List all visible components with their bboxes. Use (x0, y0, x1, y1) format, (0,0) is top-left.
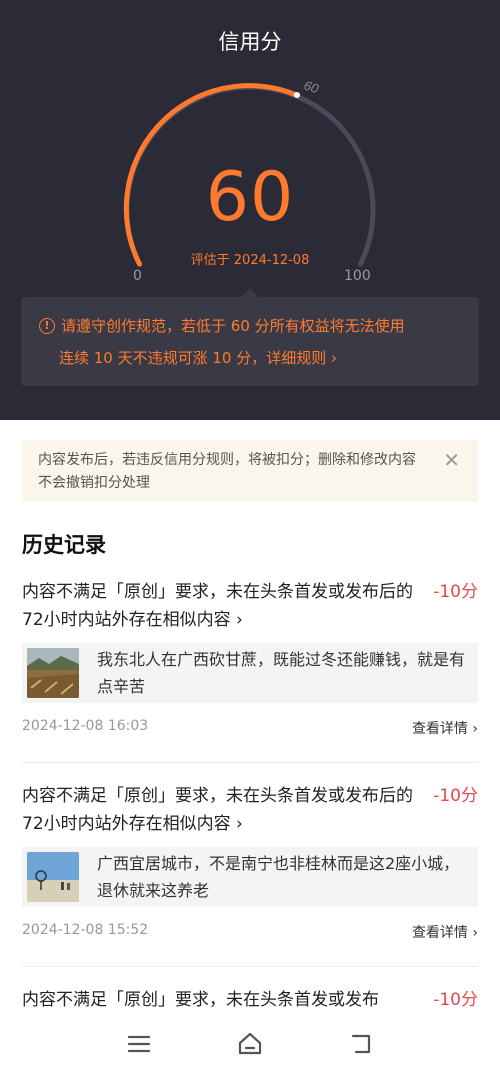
record-time: 2024-12-08 16:03 (22, 718, 149, 734)
history-record: 内容不满足「原创」要求，未在头条首发或发布后的72小时内站外存在相似内容 › -… (22, 578, 478, 738)
record-reason-link[interactable]: 内容不满足「原创」要求，未在头条首发或发布 (22, 986, 432, 1014)
divider (22, 966, 478, 967)
record-article-card[interactable]: 我东北人在广西砍甘蔗，既能过冬还能赚钱，就是有点辛苦 (22, 643, 478, 703)
home-icon[interactable] (237, 1031, 263, 1057)
view-detail-link[interactable]: 查看详情 › (412, 922, 478, 942)
record-time: 2024-12-08 15:52 (22, 922, 149, 938)
notice-warning: ! 请遵守创作规范，若低于 60 分所有权益将无法使用 (39, 315, 405, 336)
credit-notice-box: ! 请遵守创作规范，若低于 60 分所有权益将无法使用 连续 10 天不违规可涨… (21, 297, 479, 386)
notice-warning-text: 请遵守创作规范，若低于 60 分所有权益将无法使用 (61, 317, 405, 335)
article-thumbnail (27, 852, 79, 902)
view-detail-link[interactable]: 查看详情 › (412, 718, 478, 738)
menu-icon[interactable] (126, 1031, 152, 1057)
credit-header-panel: 信用分 60 60 评估于 2024-12-08 0 100 ! 请遵守创作规范… (0, 0, 500, 420)
history-section-title: 历史记录 (22, 533, 106, 557)
article-thumbnail (27, 648, 79, 698)
notice-pointer (241, 288, 259, 297)
record-reason-link[interactable]: 内容不满足「原创」要求，未在头条首发或发布后的72小时内站外存在相似内容 › (22, 578, 422, 634)
record-reason-link[interactable]: 内容不满足「原创」要求，未在头条首发或发布后的72小时内站外存在相似内容 › (22, 782, 422, 838)
deduction-tip-banner: 内容发布后，若违反信用分规则，将被扣分；删除和修改内容不会撤销扣分处理 ✕ (22, 440, 478, 502)
gauge-marker (294, 92, 300, 98)
gauge-top-label: 60 (302, 78, 321, 97)
record-points: -10分 (433, 582, 478, 602)
article-title: 我东北人在广西砍甘蔗，既能过冬还能赚钱，就是有点辛苦 (97, 650, 466, 696)
alert-circle-icon: ! (39, 317, 55, 334)
record-points: -10分 (433, 786, 478, 806)
close-icon[interactable]: ✕ (443, 450, 460, 470)
detail-rules-link[interactable]: 连续 10 天不违规可涨 10 分，详细规则 › (59, 347, 337, 368)
history-record: 内容不满足「原创」要求，未在头条首发或发布后的72小时内站外存在相似内容 › -… (22, 782, 478, 942)
divider (22, 762, 478, 763)
record-article-card[interactable]: 广西宜居城市，不是南宁也非桂林而是这2座小城，退休就来这养老 (22, 847, 478, 907)
system-nav-bar (0, 1013, 500, 1075)
tip-text: 内容发布后，若违反信用分规则，将被扣分；删除和修改内容不会撤销扣分处理 (38, 452, 416, 491)
evaluation-date: 评估于 2024-12-08 (190, 253, 310, 268)
gauge-min-label: 0 (133, 268, 142, 284)
back-icon[interactable] (349, 1031, 375, 1057)
record-points: -10分 (433, 990, 478, 1010)
credit-score-value: 60 (205, 158, 295, 237)
gauge-max-label: 100 (344, 268, 371, 284)
history-record: 内容不满足「原创」要求，未在头条首发或发布 -10分 (22, 986, 478, 1016)
article-title: 广西宜居城市，不是南宁也非桂林而是这2座小城，退休就来这养老 (97, 854, 460, 900)
